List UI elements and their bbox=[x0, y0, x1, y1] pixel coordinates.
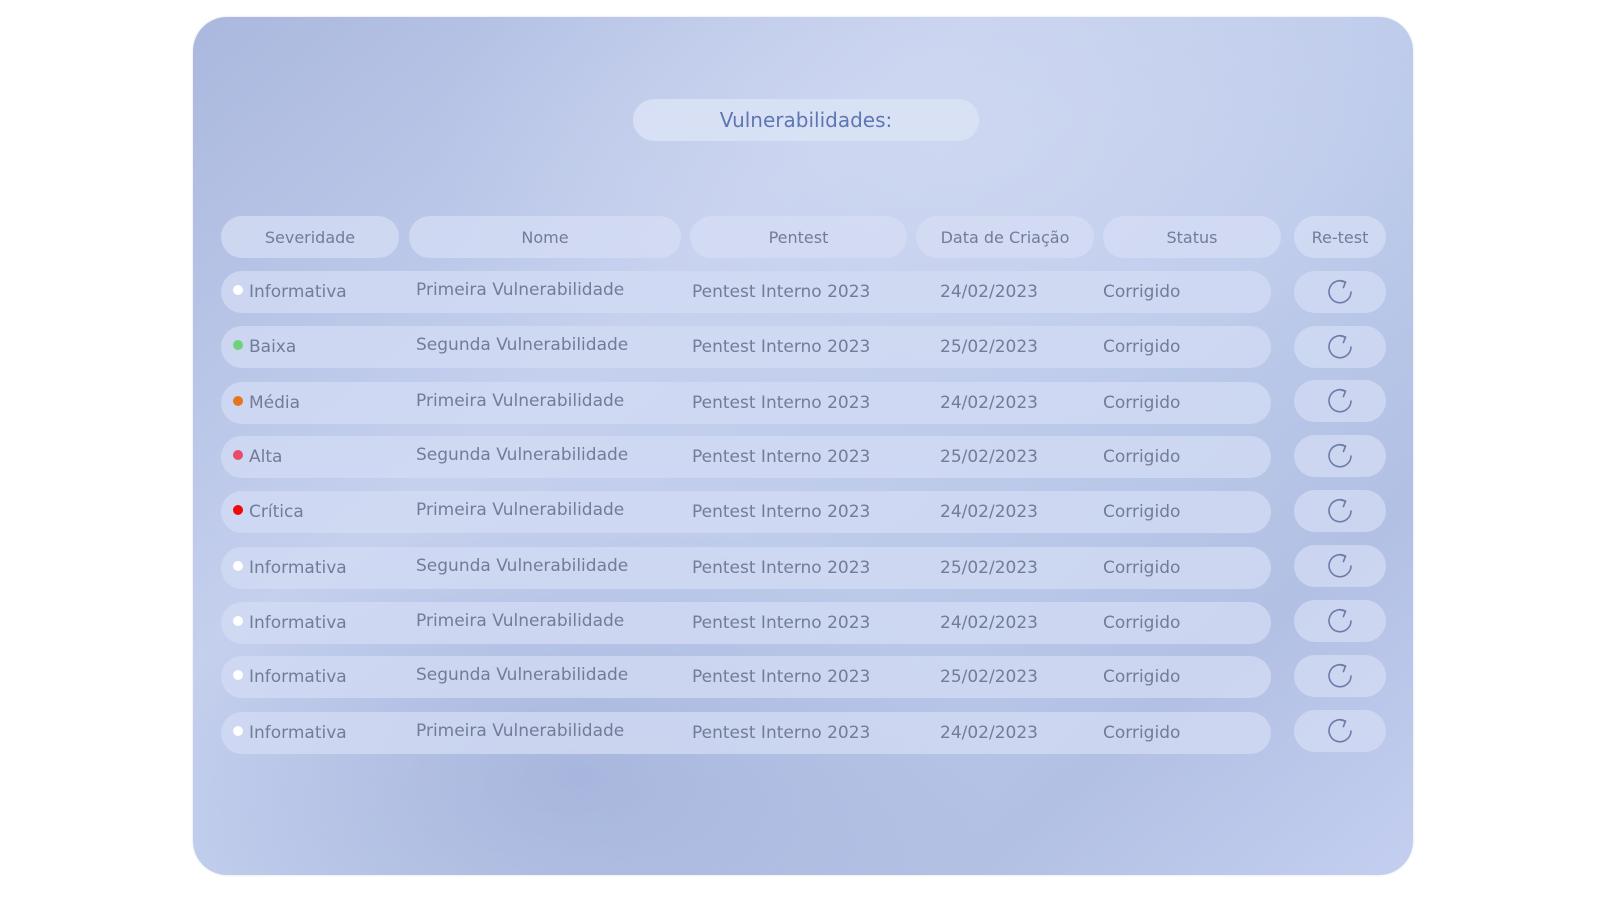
date-cell: 25/02/2023 bbox=[940, 337, 1038, 357]
retest-button[interactable] bbox=[1294, 545, 1386, 587]
column-header-pentest[interactable]: Pentest bbox=[690, 216, 907, 258]
pentest-cell: Pentest Interno 2023 bbox=[692, 337, 871, 357]
severity-dot-icon bbox=[233, 670, 243, 680]
status-cell: Corrigido bbox=[1103, 393, 1181, 413]
status-cell: Corrigido bbox=[1103, 558, 1181, 578]
retest-button[interactable] bbox=[1294, 380, 1386, 422]
column-header-severidade[interactable]: Severidade bbox=[221, 216, 399, 258]
date-cell: 25/02/2023 bbox=[940, 667, 1038, 687]
severity-dot-icon bbox=[233, 726, 243, 736]
pentest-cell: Pentest Interno 2023 bbox=[692, 393, 871, 413]
severity-dot-icon bbox=[233, 616, 243, 626]
severity-label: Crítica bbox=[249, 502, 304, 522]
status-cell: Corrigido bbox=[1103, 613, 1181, 633]
name-cell: Segunda Vulnerabilidade bbox=[416, 556, 629, 576]
severity-label: Média bbox=[249, 393, 301, 413]
severity-cell: Alta bbox=[233, 436, 282, 478]
retest-button[interactable] bbox=[1294, 326, 1386, 368]
table-row[interactable]: Informativa Primeira Vulnerabilidade Pente… bbox=[221, 271, 1271, 313]
table-row[interactable]: Informativa Segunda Vulnerabilidade Pentes… bbox=[221, 547, 1271, 589]
severity-label: Informativa bbox=[249, 282, 347, 302]
name-cell: Primeira Vulnerabilidade bbox=[416, 721, 625, 741]
date-cell: 24/02/2023 bbox=[940, 502, 1038, 522]
page-title: Vulnerabilidades: bbox=[633, 99, 979, 141]
table-row[interactable]: Informativa Primeira Vulnerabilidade Pente… bbox=[221, 712, 1271, 754]
severity-cell: Informativa bbox=[233, 547, 347, 589]
name-cell: Primeira Vulnerabilidade bbox=[416, 500, 625, 520]
date-cell: 24/02/2023 bbox=[940, 723, 1038, 743]
name-cell: Segunda Vulnerabilidade bbox=[416, 665, 629, 685]
severity-dot-icon bbox=[233, 505, 243, 515]
severity-cell: Baixa bbox=[233, 326, 296, 368]
table-row[interactable]: Média Primeira Vulnerabilidade Pentest Int… bbox=[221, 382, 1271, 424]
date-cell: 24/02/2023 bbox=[940, 282, 1038, 302]
status-cell: Corrigido bbox=[1103, 502, 1181, 522]
severity-label: Alta bbox=[249, 447, 283, 467]
column-header-nome[interactable]: Nome bbox=[409, 216, 681, 258]
severity-cell: Crítica bbox=[233, 491, 304, 533]
refresh-icon bbox=[1328, 388, 1352, 413]
pentest-cell: Pentest Interno 2023 bbox=[692, 282, 871, 302]
severity-cell: Informativa bbox=[233, 271, 347, 313]
severity-cell: Informativa bbox=[233, 712, 347, 754]
refresh-icon bbox=[1328, 663, 1352, 688]
table-row[interactable]: Baixa Segunda Vulnerabilidade Pentest Inte… bbox=[221, 326, 1271, 368]
severity-label: Informativa bbox=[249, 558, 347, 578]
name-cell: Segunda Vulnerabilidade bbox=[416, 335, 629, 355]
table-row[interactable]: Informativa Primeira Vulnerabilidade Pente… bbox=[221, 602, 1271, 644]
severity-label: Baixa bbox=[249, 337, 297, 357]
refresh-icon bbox=[1328, 334, 1352, 359]
severity-cell: Informativa bbox=[233, 602, 347, 644]
status-cell: Corrigido bbox=[1103, 337, 1181, 357]
table-row[interactable]: Alta Segunda Vulnerabilidade Pentest Inter… bbox=[221, 436, 1271, 478]
refresh-icon bbox=[1328, 608, 1352, 633]
column-header-status[interactable]: Status bbox=[1103, 216, 1281, 258]
refresh-icon bbox=[1328, 279, 1352, 304]
severity-cell: Média bbox=[233, 382, 300, 424]
name-cell: Primeira Vulnerabilidade bbox=[416, 280, 625, 300]
table-row[interactable]: Informativa Segunda Vulnerabilidade Pentes… bbox=[221, 656, 1271, 698]
vulnerabilities-panel: Vulnerabilidades: Severidade Nome Pentes… bbox=[193, 17, 1413, 875]
retest-button[interactable] bbox=[1294, 490, 1386, 532]
date-cell: 25/02/2023 bbox=[940, 558, 1038, 578]
column-header-data-de-criacao[interactable]: Data de Criação bbox=[916, 216, 1094, 258]
name-cell: Primeira Vulnerabilidade bbox=[416, 611, 625, 631]
table-row[interactable]: Crítica Primeira Vulnerabilidade Pentest I… bbox=[221, 491, 1271, 533]
name-cell: Primeira Vulnerabilidade bbox=[416, 391, 625, 411]
retest-button[interactable] bbox=[1294, 600, 1386, 642]
severity-label: Informativa bbox=[249, 613, 347, 633]
severity-dot-icon bbox=[233, 340, 243, 350]
retest-button[interactable] bbox=[1294, 710, 1386, 752]
severity-dot-icon bbox=[233, 561, 243, 571]
column-header-re-test[interactable]: Re-test bbox=[1294, 216, 1386, 258]
refresh-icon bbox=[1328, 443, 1352, 468]
status-cell: Corrigido bbox=[1103, 282, 1181, 302]
refresh-icon bbox=[1328, 553, 1352, 578]
pentest-cell: Pentest Interno 2023 bbox=[692, 667, 871, 687]
date-cell: 25/02/2023 bbox=[940, 447, 1038, 467]
status-cell: Corrigido bbox=[1103, 667, 1181, 687]
severity-dot-icon bbox=[233, 396, 243, 406]
severity-label: Informativa bbox=[249, 667, 347, 687]
status-cell: Corrigido bbox=[1103, 447, 1181, 467]
retest-button[interactable] bbox=[1294, 435, 1386, 477]
pentest-cell: Pentest Interno 2023 bbox=[692, 723, 871, 743]
severity-dot-icon bbox=[233, 450, 243, 460]
severity-cell: Informativa bbox=[233, 656, 347, 698]
pentest-cell: Pentest Interno 2023 bbox=[692, 558, 871, 578]
severity-label: Informativa bbox=[249, 723, 347, 743]
pentest-cell: Pentest Interno 2023 bbox=[692, 613, 871, 633]
status-cell: Corrigido bbox=[1103, 723, 1181, 743]
date-cell: 24/02/2023 bbox=[940, 393, 1038, 413]
retest-button[interactable] bbox=[1294, 655, 1386, 697]
refresh-icon bbox=[1328, 498, 1352, 523]
refresh-icon bbox=[1328, 718, 1352, 743]
retest-button[interactable] bbox=[1294, 271, 1386, 313]
pentest-cell: Pentest Interno 2023 bbox=[692, 447, 871, 467]
pentest-cell: Pentest Interno 2023 bbox=[692, 502, 871, 522]
date-cell: 24/02/2023 bbox=[940, 613, 1038, 633]
severity-dot-icon bbox=[233, 285, 243, 295]
name-cell: Segunda Vulnerabilidade bbox=[416, 445, 629, 465]
